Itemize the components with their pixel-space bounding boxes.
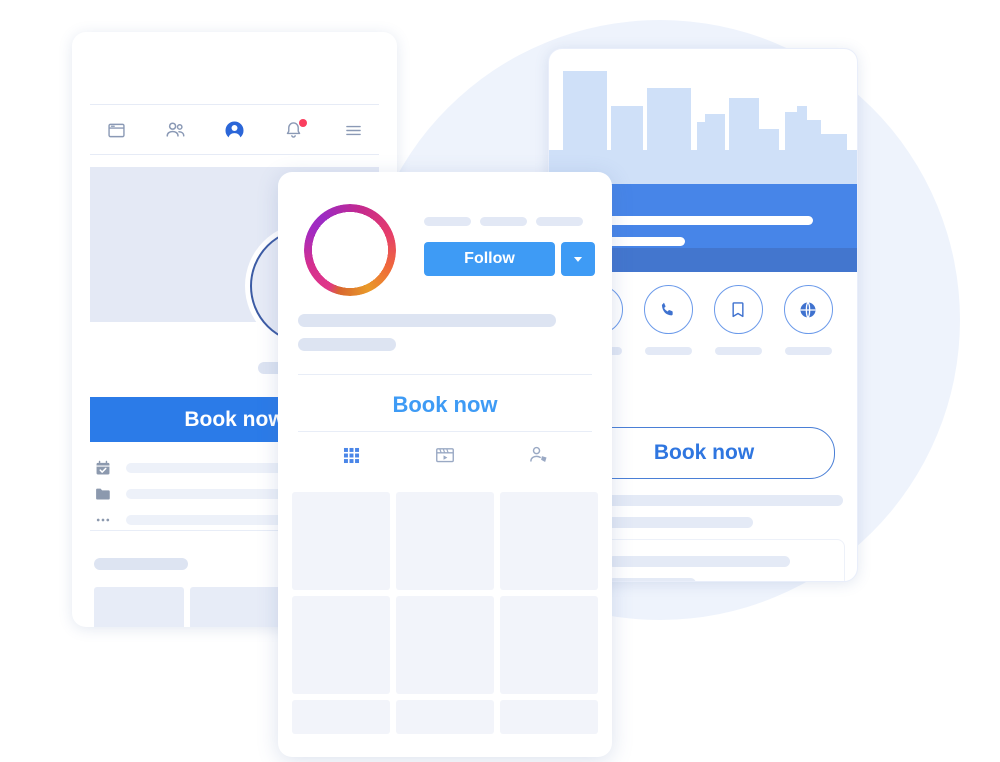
bookmark-icon [732,301,744,317]
instagram-style-profile-card: Follow Book now [278,172,612,757]
book-now-button-center[interactable]: Book now [278,380,612,430]
nav-item-profile[interactable] [221,116,249,144]
photo-thumbnail[interactable] [94,587,184,627]
bio-line-bar [298,314,556,327]
folder-icon [96,488,110,500]
mockup-canvas: Book now Book now Follow Book now [0,0,1000,762]
post-thumbnail[interactable] [500,596,598,694]
nav-item-notifications[interactable] [280,116,308,144]
bookmark-button[interactable] [713,285,763,334]
skyline-building [821,134,847,154]
notification-badge-dot [298,119,307,127]
stat-bar [480,217,527,226]
profile-content-tabs [278,440,612,470]
action-label-bar [714,347,762,355]
nav-top-divider [90,104,379,105]
skyline-building [611,106,643,154]
profile-nav-bar [90,112,379,148]
post-thumbnail[interactable] [292,700,390,734]
people-icon [166,121,185,137]
post-thumbnail[interactable] [396,700,494,734]
follow-button[interactable]: Follow [424,242,555,276]
book-now-button-right[interactable]: Book now [573,427,835,479]
bio-line-bar [298,338,396,351]
nav-item-friends[interactable] [161,116,189,144]
nav-item-pages[interactable] [102,116,130,144]
stat-bar [536,217,583,226]
follow-dropdown-button[interactable] [561,242,595,276]
window-icon [107,123,125,137]
tagged-person-icon [530,446,547,463]
skyline-building [705,114,725,154]
profile-stats [424,217,583,226]
nav-item-menu[interactable] [339,116,367,144]
post-thumbnail[interactable] [292,596,390,694]
tab-tagged[interactable] [523,440,555,470]
profile-filled-icon [225,120,244,140]
cta-top-divider [298,374,592,375]
skyline-building [805,120,821,154]
city-skyline-illustration [549,71,857,184]
globe-icon [800,301,816,318]
post-thumbnail[interactable] [396,596,494,694]
post-thumbnail[interactable] [500,700,598,734]
calendar-check-icon [96,460,110,475]
stat-bar [424,217,471,226]
tab-reels[interactable] [429,440,461,470]
story-ring-avatar[interactable] [304,204,396,296]
post-thumbnail[interactable] [500,492,598,590]
phone-icon [661,302,673,315]
cta-bottom-divider [298,431,592,432]
website-button[interactable] [783,285,833,334]
ellipsis-icon [96,518,110,522]
section-title-bar [94,558,188,570]
detail-box-line-bar [608,556,790,567]
skyline-building [785,112,797,154]
grid-icon [343,447,359,463]
posts-photo-grid [292,492,598,734]
phone-button[interactable] [643,285,693,334]
reels-clapperboard-icon [436,448,454,463]
skyline-building [647,88,691,154]
skyline-building [563,71,607,154]
nav-bottom-divider [90,154,379,155]
skyline-building [755,129,779,154]
hamburger-menu-icon [345,125,361,135]
action-label-bar [644,347,692,355]
action-label-bar [784,347,832,355]
detail-box-line-bar [608,578,696,581]
caret-down-icon [573,256,583,262]
post-thumbnail[interactable] [396,492,494,590]
tab-posts[interactable] [335,440,367,470]
post-thumbnail[interactable] [292,492,390,590]
